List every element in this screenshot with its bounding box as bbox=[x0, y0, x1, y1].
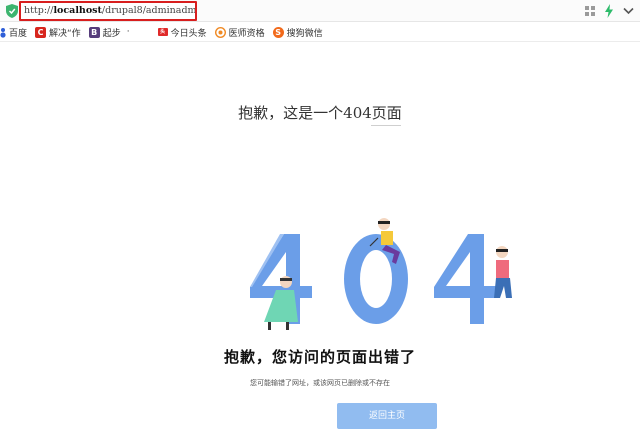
orange-circle-icon bbox=[214, 26, 226, 38]
sogou-icon: S bbox=[272, 26, 284, 38]
digit-zero bbox=[344, 234, 408, 324]
address-bar: http://localhost/drupal8/adminadmin bbox=[0, 0, 640, 22]
bookmark-label: 起步 bbox=[102, 28, 121, 39]
bookmark-toutiao[interactable]: 头 今日头条 bbox=[157, 26, 207, 39]
url-host: localhost bbox=[53, 5, 102, 16]
paw-icon bbox=[0, 27, 6, 38]
title-underline bbox=[371, 125, 401, 126]
bookmark-yishi[interactable]: 医师资格 bbox=[214, 26, 265, 39]
bookmark-label: 解决“作 bbox=[49, 28, 81, 39]
url-path: /drupal8/adminadmin bbox=[101, 5, 197, 16]
bookmark-dot[interactable]: · bbox=[127, 27, 130, 37]
bookmark-label: 今日头条 bbox=[170, 28, 207, 39]
bookmark-label: 百度 bbox=[9, 28, 28, 39]
apps-grid-icon[interactable] bbox=[585, 6, 595, 16]
error-description: 您可能输错了网址，或该网页已删除或不存在 bbox=[250, 379, 390, 387]
bookmark-label: 医师资格 bbox=[228, 28, 265, 39]
url-prefix: http:// bbox=[24, 5, 54, 16]
addressbar-right-icons bbox=[585, 3, 634, 19]
lightning-icon[interactable] bbox=[604, 4, 614, 18]
bookmark-label: · bbox=[126, 27, 130, 37]
shield-icon[interactable] bbox=[6, 4, 18, 18]
page-title: 抱歉，这是一个404页面 bbox=[238, 104, 402, 122]
url-input[interactable]: http://localhost/drupal8/adminadmin bbox=[19, 1, 197, 21]
error-headline: 抱歉，您访问的页面出错了 bbox=[223, 348, 416, 366]
bookmark-label: 搜狗微信 bbox=[286, 28, 323, 39]
person-pink-icon bbox=[494, 246, 512, 298]
bookmark-baidu[interactable]: 百度 bbox=[0, 26, 27, 39]
b-purple-icon: B bbox=[88, 26, 100, 38]
chevron-down-icon[interactable] bbox=[623, 7, 634, 15]
error-404-illustration bbox=[250, 218, 512, 330]
bookmark-qibu[interactable]: B 起步 bbox=[88, 26, 121, 39]
bookmark-sogou[interactable]: S 搜狗微信 bbox=[272, 26, 323, 39]
c-red-icon: C bbox=[35, 26, 47, 38]
bookmark-jiejue[interactable]: C 解决“作 bbox=[35, 26, 81, 39]
digit-four-right bbox=[434, 234, 496, 324]
back-home-button[interactable]: 返回主页 bbox=[337, 403, 437, 429]
toutiao-icon: 头 bbox=[157, 28, 168, 36]
bookmarks-bar: 百度 C 解决“作 B 起步 · 头 今日头条 医师资格 S 搜狗微信 bbox=[0, 23, 640, 42]
